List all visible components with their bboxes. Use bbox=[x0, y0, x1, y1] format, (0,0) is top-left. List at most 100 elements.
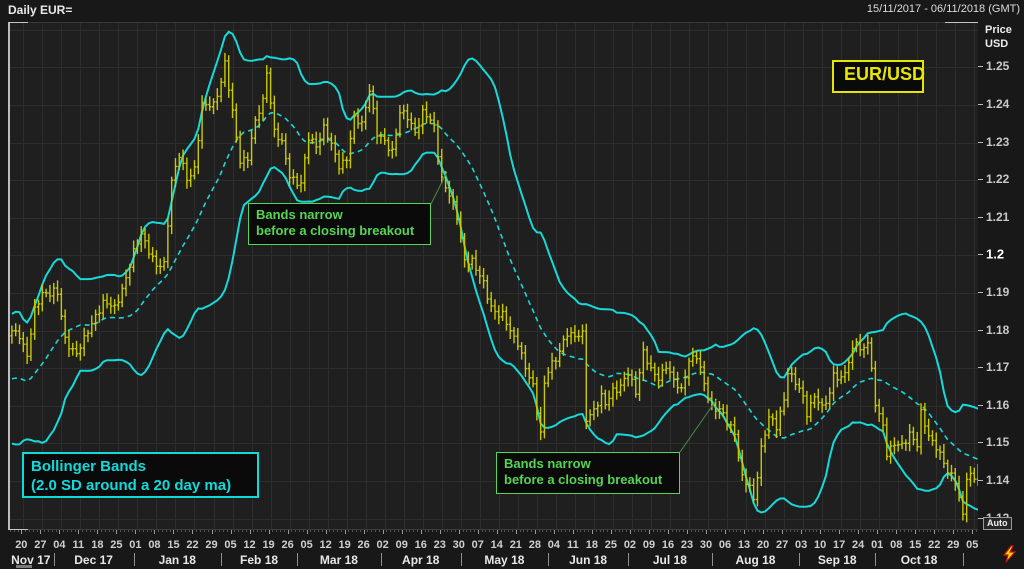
chart-title-bar: Daily EUR= 15/11/2017 - 06/11/2018 (GMT) bbox=[0, 0, 1024, 21]
month-separator bbox=[548, 553, 549, 566]
x-axis-day-tick bbox=[394, 530, 395, 532]
x-axis-day-tick bbox=[603, 530, 604, 532]
x-axis-day-tick bbox=[832, 530, 833, 532]
x-axis-day-tick bbox=[626, 530, 627, 532]
annotation-text: Bands narrow bbox=[504, 456, 672, 472]
y-axis-tick-label: 1.24 bbox=[986, 97, 1009, 111]
x-axis-week-tick bbox=[478, 530, 479, 534]
x-axis-day-tick bbox=[892, 530, 893, 532]
x-axis-week-tick bbox=[725, 530, 726, 534]
x-axis-day-label: 21 bbox=[510, 539, 522, 551]
x-axis-week-tick bbox=[687, 530, 688, 534]
annotation-pair-label[interactable]: EUR/USD bbox=[832, 60, 924, 93]
x-axis-week-tick bbox=[782, 530, 783, 534]
x-axis-day-tick bbox=[444, 530, 445, 532]
x-axis-day-tick bbox=[870, 530, 871, 532]
x-axis-day-label: 23 bbox=[434, 539, 446, 551]
x-axis-day-tick bbox=[466, 530, 467, 532]
x-axis-day-label: 29 bbox=[205, 539, 217, 551]
x-axis-day-tick bbox=[923, 530, 924, 532]
x-axis-month-label: Jan 18 bbox=[159, 553, 196, 567]
x-axis-day-label: 29 bbox=[947, 539, 959, 551]
auto-scale-button[interactable]: Auto bbox=[983, 517, 1012, 530]
y-axis-tick-label: 1.17 bbox=[986, 360, 1009, 374]
x-axis-day-tick bbox=[485, 530, 486, 532]
x-axis-day-label: 23 bbox=[681, 539, 693, 551]
annotation-bollinger-legend[interactable]: Bollinger Bands (2.0 SD around a 20 day … bbox=[22, 452, 259, 498]
x-axis-day-label: 06 bbox=[719, 539, 731, 551]
price-axis-title: Price bbox=[985, 24, 1012, 36]
x-axis-day-tick bbox=[615, 530, 616, 532]
annotation-text: before a closing breakout bbox=[256, 223, 423, 239]
x-axis-day-tick bbox=[185, 530, 186, 532]
x-axis-day-tick bbox=[527, 530, 528, 532]
x-axis-day-label: 12 bbox=[243, 539, 255, 551]
x-axis-day-tick bbox=[866, 530, 867, 532]
x-axis-day-tick bbox=[504, 530, 505, 532]
x-axis-day-tick bbox=[683, 530, 684, 532]
time-axis[interactable]: 2027041118250108152229051219260512192602… bbox=[0, 530, 1024, 569]
x-axis-day-tick bbox=[360, 530, 361, 532]
x-axis-day-label: 05 bbox=[224, 539, 236, 551]
x-axis-day-label: 22 bbox=[186, 539, 198, 551]
x-axis-day-tick bbox=[512, 530, 513, 532]
annotation-bands-narrow-2[interactable]: Bands narrow before a closing breakout bbox=[496, 452, 680, 494]
x-axis-day-tick bbox=[698, 530, 699, 532]
x-axis-week-tick bbox=[154, 530, 155, 534]
lightning-bolt-icon[interactable] bbox=[1001, 545, 1019, 563]
x-axis-month-label: Dec 17 bbox=[74, 553, 113, 567]
x-axis-day-tick bbox=[569, 530, 570, 532]
y-axis-tick-mark bbox=[978, 179, 983, 180]
x-axis-day-label: 08 bbox=[148, 539, 160, 551]
x-axis-day-tick bbox=[717, 530, 718, 532]
x-axis-day-label: 19 bbox=[339, 539, 351, 551]
x-axis-month-label: Jun 18 bbox=[569, 553, 607, 567]
x-axis-day-tick bbox=[291, 530, 292, 532]
x-axis-day-tick bbox=[645, 530, 646, 532]
x-axis-day-tick bbox=[710, 530, 711, 532]
x-axis-day-label: 15 bbox=[167, 539, 179, 551]
x-axis-day-tick bbox=[86, 530, 87, 532]
x-axis-day-tick bbox=[729, 530, 730, 532]
x-axis-day-tick bbox=[371, 530, 372, 532]
x-axis-day-tick bbox=[695, 530, 696, 532]
x-axis-day-tick bbox=[638, 530, 639, 532]
x-axis-day-label: 13 bbox=[738, 539, 750, 551]
x-axis-week-tick bbox=[212, 530, 213, 534]
x-axis-day-tick bbox=[196, 530, 197, 532]
x-axis-day-tick bbox=[531, 530, 532, 532]
x-axis-week-tick bbox=[59, 530, 60, 534]
x-axis-day-tick bbox=[272, 530, 273, 532]
x-axis-week-tick bbox=[97, 530, 98, 534]
x-axis-week-tick bbox=[135, 530, 136, 534]
x-axis-week-tick bbox=[934, 530, 935, 534]
x-axis-day-tick bbox=[44, 530, 45, 532]
x-axis-day-tick bbox=[965, 530, 966, 532]
horizontal-scrollbar-thumb[interactable] bbox=[16, 565, 32, 568]
x-axis-day-label: 25 bbox=[110, 539, 122, 551]
x-axis-day-tick bbox=[314, 530, 315, 532]
x-axis-day-tick bbox=[75, 530, 76, 532]
month-separator bbox=[297, 553, 298, 566]
x-axis-week-tick bbox=[192, 530, 193, 534]
x-axis-day-tick bbox=[219, 530, 220, 532]
annotation-bands-narrow-1[interactable]: Bands narrow before a closing breakout bbox=[248, 203, 431, 245]
x-axis-day-label: 25 bbox=[605, 539, 617, 551]
x-axis-day-tick bbox=[596, 530, 597, 532]
x-axis-month-label: Apr 18 bbox=[402, 553, 439, 567]
x-axis-week-tick bbox=[307, 530, 308, 534]
x-axis-day-tick bbox=[759, 530, 760, 532]
annotation-text: (2.0 SD around a 20 day ma) bbox=[31, 476, 250, 495]
y-axis-tick-mark bbox=[978, 405, 983, 406]
x-axis-day-tick bbox=[432, 530, 433, 532]
price-axis[interactable]: Price USD 1.251.241.231.221.211.21.191.1… bbox=[978, 22, 1024, 530]
month-separator bbox=[134, 553, 135, 566]
x-axis-day-tick bbox=[904, 530, 905, 532]
y-axis-tick-mark bbox=[978, 254, 983, 255]
x-axis-day-tick bbox=[805, 530, 806, 532]
x-axis-day-tick bbox=[234, 530, 235, 532]
x-axis-week-tick bbox=[573, 530, 574, 534]
x-axis-day-tick bbox=[942, 530, 943, 532]
x-axis-day-tick bbox=[752, 530, 753, 532]
x-axis-day-tick bbox=[546, 530, 547, 532]
